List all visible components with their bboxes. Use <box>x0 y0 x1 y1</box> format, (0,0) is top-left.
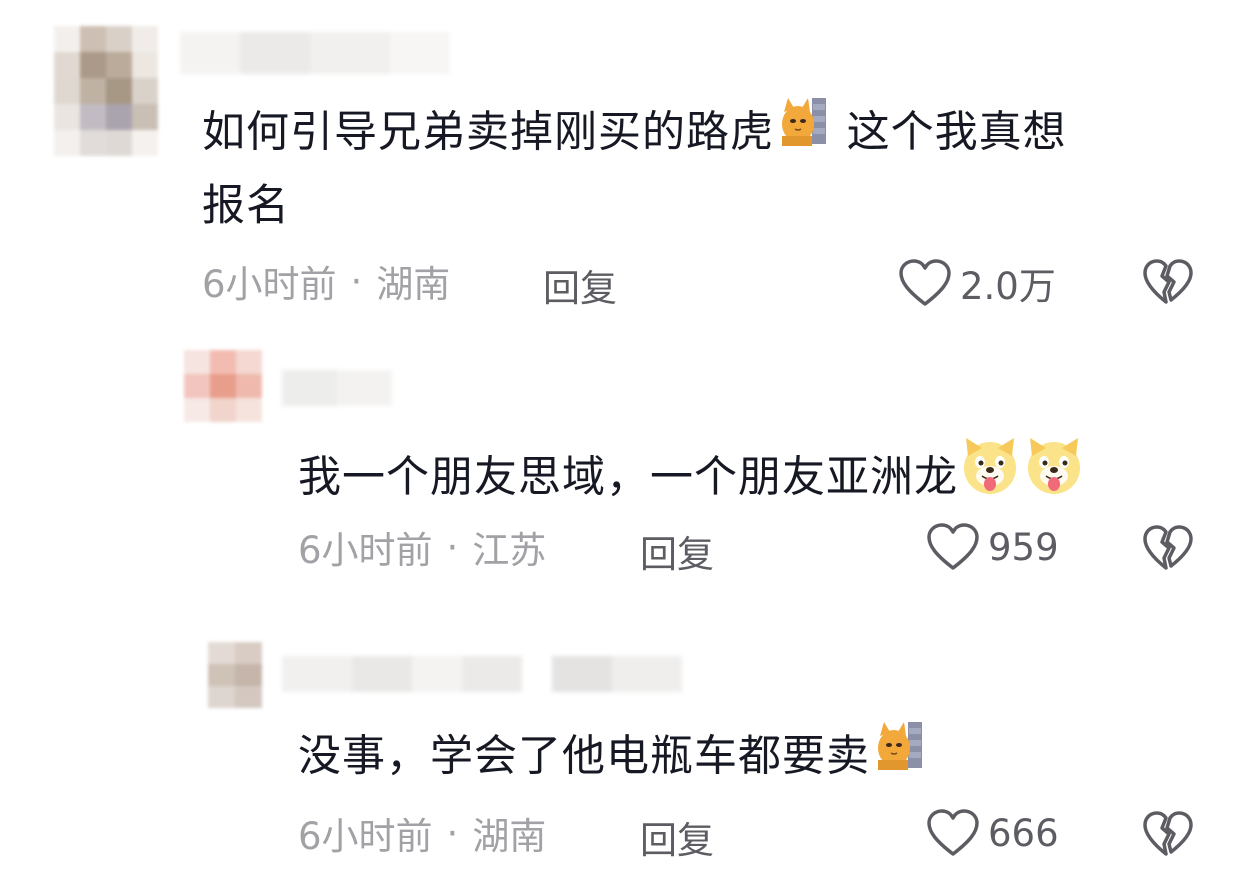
location: 湖南 <box>376 263 451 306</box>
like-button[interactable]: 666 <box>926 808 1059 858</box>
separator: · <box>446 811 459 855</box>
heart-outline-icon <box>927 809 979 856</box>
reply-button[interactable]: 回复 <box>543 258 617 312</box>
comment-text: 我一个朋友思域，一个朋友亚洲龙 <box>298 438 1238 520</box>
avatar[interactable] <box>184 350 262 422</box>
reply-comment-item: 没事，学会了他电瓶车都要卖 6小时前 · 湖南 回复 666 <box>0 630 1260 878</box>
avatar[interactable] <box>54 26 158 156</box>
heart-outline-icon <box>899 259 951 306</box>
username[interactable] <box>282 656 682 692</box>
timestamp: 6小时前 <box>202 263 337 306</box>
comment-meta: 6小时前 · 湖南 <box>202 256 451 307</box>
comment-text: 没事，学会了他电瓶车都要卖 <box>298 722 1238 796</box>
like-count: 959 <box>988 525 1059 569</box>
comment-text: 如何引导兄弟卖掉刚买的路虎 这个我真想 报名 <box>202 98 1222 240</box>
location: 江苏 <box>472 529 547 572</box>
like-button[interactable]: 2.0万 <box>898 256 1056 310</box>
heart-outline-icon <box>927 523 979 570</box>
username[interactable] <box>282 370 392 406</box>
timestamp: 6小时前 <box>298 815 433 858</box>
comment-meta: 6小时前 · 江苏 <box>298 522 547 573</box>
avatar[interactable] <box>208 642 262 708</box>
reply-button[interactable]: 回复 <box>640 810 714 864</box>
separator: · <box>350 259 363 303</box>
timestamp: 6小时前 <box>298 529 433 572</box>
broken-heart-icon <box>1143 811 1193 856</box>
broken-heart-icon <box>1143 259 1193 304</box>
username[interactable] <box>180 32 450 74</box>
comment-item: 如何引导兄弟卖掉刚买的路虎 这个我真想 报名 6小时前 · 湖南 回复 2.0万 <box>0 0 1260 330</box>
cat-peek-emoji <box>776 94 830 168</box>
reply-comment-item: 我一个朋友思域，一个朋友亚洲龙 6小时前 · 江苏 回复 959 <box>0 340 1260 600</box>
dislike-button[interactable] <box>1142 810 1194 862</box>
reply-button[interactable]: 回复 <box>640 524 714 578</box>
broken-heart-icon <box>1143 525 1193 570</box>
dog-tongue-emoji <box>960 436 1020 516</box>
comment-meta: 6小时前 · 湖南 <box>298 808 547 859</box>
like-count: 2.0万 <box>960 265 1056 308</box>
cat-peek-emoji <box>872 718 926 792</box>
dog-tongue-emoji <box>1024 436 1084 516</box>
like-count: 666 <box>988 811 1059 855</box>
separator: · <box>446 525 459 569</box>
location: 湖南 <box>472 815 547 858</box>
dislike-button[interactable] <box>1142 524 1194 576</box>
like-button[interactable]: 959 <box>926 522 1059 572</box>
dislike-button[interactable] <box>1142 258 1194 310</box>
